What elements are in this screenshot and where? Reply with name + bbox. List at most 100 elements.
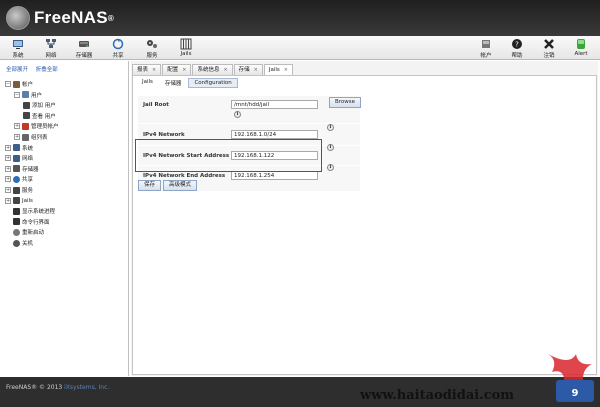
tree-item-label: 添加 用户 — [32, 103, 56, 110]
ipv4-network-label: IPv4 Network — [143, 132, 185, 138]
logout-icon — [544, 39, 554, 49]
jail-root-label: Jail Root — [143, 102, 169, 108]
tree-item[interactable]: − 用户 — [14, 90, 42, 100]
tree-item[interactable]: 添加 用户 — [23, 100, 56, 110]
subtab-jails[interactable]: Jails — [137, 78, 158, 88]
tree-item[interactable]: + 存储器 — [5, 164, 39, 174]
expand-icon[interactable]: + — [5, 144, 11, 151]
tab-jails[interactable]: Jails × — [263, 64, 293, 75]
info-icon[interactable]: i — [327, 144, 334, 151]
toolbar-sharing-button[interactable]: 共享 — [104, 38, 132, 59]
trademark: ® — [107, 13, 115, 23]
company-link[interactable]: iXsystems, Inc. — [64, 384, 109, 391]
tree-item[interactable]: 查看 用户 — [23, 111, 56, 121]
svg-text:9: 9 — [572, 388, 579, 399]
tree-item-label: Jails — [22, 197, 33, 204]
save-button[interactable]: 保存 — [138, 180, 162, 191]
add-user-icon — [23, 101, 30, 109]
toolbar-help-button[interactable]: ? 帮助 — [503, 38, 531, 59]
tree-item-label: 服务 — [22, 188, 34, 194]
tree-item[interactable]: − 帐户 — [5, 79, 33, 89]
tree-item-label: 管理员帐户 — [31, 124, 59, 131]
network-icon — [46, 39, 56, 48]
info-icon[interactable]: i — [327, 164, 334, 171]
expand-icon[interactable]: + — [5, 187, 11, 193]
storage-icon — [13, 165, 20, 173]
services-icon — [147, 40, 157, 48]
system-icon — [13, 40, 23, 49]
account-icon — [482, 40, 490, 48]
collapse-icon[interactable]: − — [5, 81, 11, 87]
freenas-logo[interactable]: FreeNAS ® — [6, 6, 114, 30]
users-icon — [22, 91, 29, 99]
close-icon[interactable]: × — [284, 65, 288, 75]
expand-icon[interactable]: + — [5, 155, 11, 162]
tree-item[interactable]: + 共享 — [5, 174, 33, 184]
info-icon[interactable]: i — [327, 124, 334, 131]
tree-item[interactable]: 关机 — [5, 238, 33, 248]
close-icon[interactable]: × — [152, 65, 156, 75]
tree-item[interactable]: + 网络 — [5, 153, 33, 163]
expand-icon[interactable]: + — [14, 134, 20, 140]
close-icon[interactable]: × — [223, 65, 227, 75]
toolbar-network-button[interactable]: 网络 — [37, 38, 65, 59]
tree-item-label: 帐户 — [22, 82, 34, 88]
expand-icon[interactable]: + — [5, 197, 11, 204]
info-icon[interactable]: i — [234, 111, 241, 118]
freenas-logo-icon — [6, 6, 30, 30]
alert-icon — [577, 39, 585, 49]
tab-reports[interactable]: 报表 × — [132, 64, 162, 75]
advanced-mode-button[interactable]: 高级模式 — [163, 180, 198, 191]
process-icon — [13, 207, 20, 215]
ipv4-network-input[interactable] — [231, 130, 318, 139]
ipv4-end-input[interactable] — [231, 171, 318, 180]
tree-item[interactable]: + 管理员帐户 — [14, 121, 59, 131]
expand-all-link[interactable]: 全部展开 — [6, 67, 28, 73]
collapse-icon[interactable]: − — [14, 91, 20, 98]
tab-system-info[interactable]: 系统信息 × — [192, 64, 233, 75]
close-icon[interactable]: × — [182, 65, 186, 75]
toolbar-jails-button[interactable]: Jails — [172, 38, 200, 57]
expand-icon[interactable]: + — [5, 165, 11, 172]
watermark-url: www.haitaodidai.com — [360, 388, 515, 403]
browse-button[interactable]: Browse — [329, 97, 362, 108]
toolbar-alert-button[interactable]: Alert — [567, 38, 595, 57]
expand-icon[interactable]: + — [5, 176, 11, 183]
toolbar-logout-button[interactable]: 注销 — [535, 38, 563, 59]
tree-item[interactable]: + 系统 — [5, 143, 33, 153]
jail-root-input[interactable] — [231, 100, 318, 109]
tree-item[interactable]: 重新启动 — [5, 227, 44, 237]
services-icon — [13, 186, 20, 194]
tree-item[interactable]: 显示系统进程 — [5, 206, 55, 216]
app-name: FreeNAS — [34, 8, 108, 27]
tree-item-label: 关机 — [22, 241, 34, 247]
jails-subtabs: Jails 存储器 Configuration — [137, 78, 240, 88]
expand-icon[interactable]: + — [14, 123, 20, 130]
tree-item[interactable]: 命令行界面 — [5, 217, 50, 227]
tree-item-label: 共享 — [22, 177, 34, 184]
tree-item-label: 命令行界面 — [22, 219, 50, 226]
tree-item[interactable]: + Jails — [5, 196, 33, 206]
groups-icon — [22, 133, 29, 141]
tree-item[interactable]: + 服务 — [5, 185, 33, 195]
collapse-all-link[interactable]: 折叠全部 — [36, 67, 58, 73]
help-icon: ? — [512, 39, 522, 49]
shell-icon — [13, 218, 20, 226]
watermark-logo-icon: 9 — [548, 354, 594, 402]
toolbar-storage-button[interactable]: 存储器 — [70, 38, 98, 59]
close-icon[interactable]: × — [254, 65, 258, 75]
tree-item-label: 查看 用户 — [32, 113, 56, 120]
sharing-icon — [13, 175, 20, 183]
tab-storage[interactable]: 存储 × — [233, 64, 263, 75]
tab-settings[interactable]: 配置 × — [162, 64, 192, 75]
subtab-configuration[interactable]: Configuration — [188, 78, 238, 88]
subtab-storage[interactable]: 存储器 — [160, 78, 187, 88]
jail-root-row: Jail Root i — [138, 96, 360, 124]
toolbar-services-button[interactable]: 服务 — [138, 38, 166, 59]
network-icon — [13, 154, 20, 162]
tab-bar: 报表 × 配置 × 系统信息 × 存储 × Jails × — [132, 64, 294, 75]
storage-icon — [79, 41, 89, 47]
toolbar-account-button[interactable]: 帐户 — [472, 38, 500, 59]
tree-item[interactable]: + 组列表 — [14, 132, 48, 142]
toolbar-system-button[interactable]: 系统 — [4, 38, 32, 59]
